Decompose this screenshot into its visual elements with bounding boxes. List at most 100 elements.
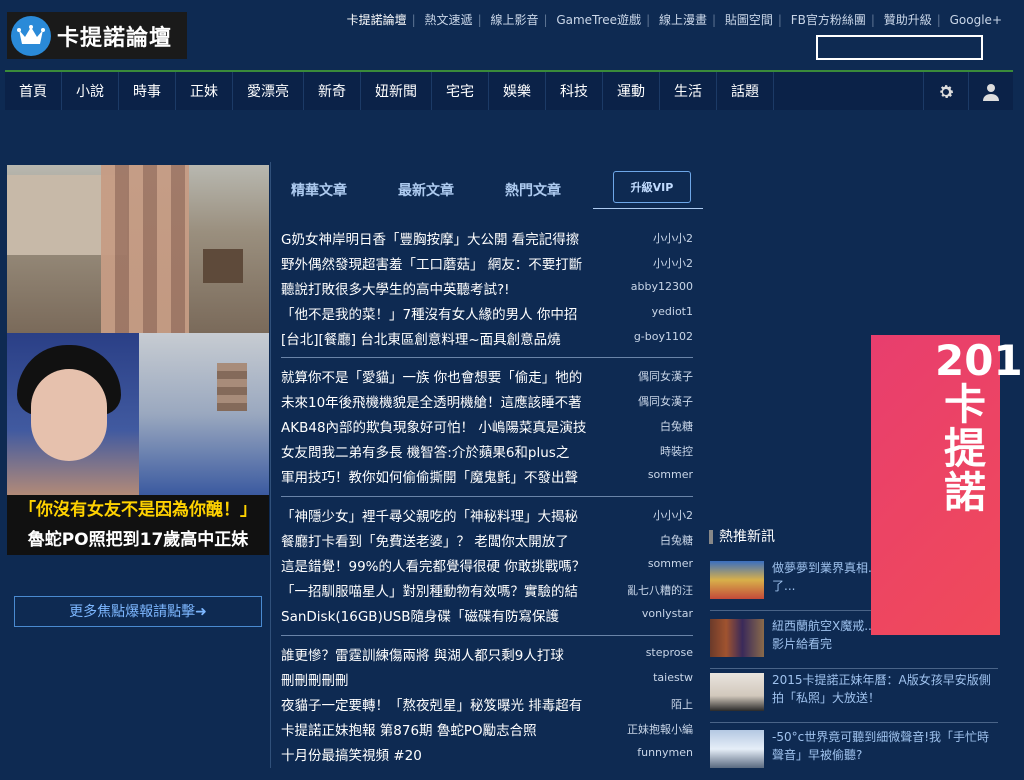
nav-item-life[interactable]: 生活 [660, 72, 717, 112]
search-input[interactable] [816, 35, 983, 60]
site-logo[interactable]: 卡提諾論壇 [7, 12, 187, 59]
article-author[interactable]: sommer [613, 557, 693, 570]
article-author[interactable]: sommer [613, 468, 693, 481]
article-title[interactable]: 女友問我二弟有多長 機智答:介於蘋果6和plus之 [281, 441, 616, 461]
nav-item-beauty[interactable]: 愛漂亮 [233, 72, 304, 112]
top-link[interactable]: Google+ [950, 13, 1002, 27]
article-row[interactable]: 軍用技巧！教你如何偷偷撕開「魔鬼氈」不發出聲 sommer [281, 462, 693, 487]
article-title[interactable]: 「一招馴服喵星人」對別種動物有效嗎？實驗的結 [281, 580, 616, 600]
article-title[interactable]: 餐廳打卡看到「免費送老婆」？ 老闆你太開放了 [281, 530, 616, 550]
article-row[interactable]: 野外偶然發現超害羞「工口蘑菇」 網友：不要打斷 小小小2 [281, 249, 693, 274]
nav-item-sports[interactable]: 運動 [603, 72, 660, 112]
article-title[interactable]: 聽說打敗很多大學生的高中英聽考試?! [281, 278, 616, 298]
article-author[interactable]: 白兔糖 [613, 532, 693, 548]
gear-icon[interactable] [923, 72, 968, 112]
article-row[interactable]: 聽說打敗很多大學生的高中英聽考試?! abby12300 [281, 274, 693, 299]
article-row[interactable]: 十月份最搞笑視頻 #20 funnymen [281, 740, 693, 765]
article-author[interactable]: 正妹抱報小編 [613, 721, 693, 737]
article-row[interactable]: 這是錯覺！99%的人看完都覺得很硬 你敢挑戰嗎？ sommer [281, 551, 693, 576]
article-row[interactable]: [台北][餐廳] 台北東區創意料理~面具創意品燒 g-boy1102 [281, 324, 693, 349]
tab-hot[interactable]: 熱門文章 [505, 180, 561, 200]
article-title[interactable]: 夜貓子一定要轉！「熬夜剋星」秘笈曝光 排毒超有 [281, 694, 616, 714]
article-row[interactable]: 刪刪刪刪刪 taiestw [281, 665, 693, 690]
hot-news-item[interactable]: 2015卡提諾正妹年曆：A版女孩早安版側拍「私照」大放送！ [710, 665, 998, 723]
article-title[interactable]: 「神隱少女」裡千尋父親吃的「神秘料理」大揭秘 [281, 505, 616, 525]
nav-item-novelty[interactable]: 新奇 [304, 72, 361, 112]
nav-item-topics[interactable]: 話題 [717, 72, 774, 112]
article-row[interactable]: 誰更慘？雷霆訓練傷兩將 與湖人都只剩9人打球 steprose [281, 640, 693, 665]
article-title[interactable]: 野外偶然發現超害羞「工口蘑菇」 網友：不要打斷 [281, 253, 616, 273]
article-row[interactable]: 餐廳打卡看到「免費送老婆」？ 老闆你太開放了 白兔糖 [281, 526, 693, 551]
article-author[interactable]: abby12300 [613, 280, 693, 293]
nav-item-entertainment[interactable]: 娛樂 [489, 72, 546, 112]
top-link[interactable]: 卡提諾論壇 [347, 13, 407, 27]
article-author[interactable]: 陌上 [613, 696, 693, 712]
article-title[interactable]: 這是錯覺！99%的人看完都覺得很硬 你敢挑戰嗎？ [281, 555, 616, 575]
article-row[interactable]: 女友問我二弟有多長 機智答:介於蘋果6和plus之 時裝控 [281, 437, 693, 462]
article-author[interactable]: vonlystar [613, 607, 693, 620]
article-author[interactable]: 偶同女漢子 [613, 368, 693, 384]
top-link[interactable]: FB官方粉絲團 [791, 13, 866, 27]
hot-news-item[interactable]: -50°c世界竟可聽到細微聲音!我「手忙時聲音」早被偷聽? [710, 722, 998, 780]
article-title[interactable]: SanDisk(16GB)USB隨身碟「磁碟有防寫保護 [281, 605, 616, 625]
tab-featured[interactable]: 精華文章 [291, 180, 347, 200]
nav-item-tech[interactable]: 科技 [546, 72, 603, 112]
user-icon[interactable] [968, 72, 1013, 112]
article-row[interactable]: 夜貓子一定要轉！「熬夜剋星」秘笈曝光 排毒超有 陌上 [281, 690, 693, 715]
article-title[interactable]: 軍用技巧！教你如何偷偷撕開「魔鬼氈」不發出聲 [281, 466, 616, 486]
nav-item-news[interactable]: 時事 [119, 72, 176, 112]
nav-item-girl-news[interactable]: 妞新聞 [361, 72, 432, 112]
top-link[interactable]: 熱文速遞 [425, 13, 473, 27]
upgrade-vip-button[interactable]: 升級VIP [613, 171, 691, 203]
top-link[interactable]: GameTree遊戲 [556, 13, 641, 27]
article-row[interactable]: SanDisk(16GB)USB隨身碟「磁碟有防寫保護 vonlystar [281, 601, 693, 626]
article-title[interactable]: G奶女神岸明日香「豐胸按摩」大公開 看完記得擦 [281, 228, 616, 248]
promo-image[interactable]: 「你沒有女友不是因為你醜！」 魯蛇PO照把到17歲高中正妹 [7, 165, 269, 555]
article-title[interactable]: 誰更慘？雷霆訓練傷兩將 與湖人都只剩9人打球 [281, 644, 616, 664]
article-author[interactable]: 偶同女漢子 [613, 393, 693, 409]
hot-news-text[interactable]: 2015卡提諾正妹年曆：A版女孩早安版側拍「私照」大放送！ [772, 671, 998, 707]
article-row[interactable]: 卡提諾正妹抱報 第876期 魯蛇PO勵志合照 正妹抱報小編 [281, 715, 693, 740]
article-row[interactable]: 未來10年後飛機機貌是全透明機艙！這應該睡不著 偶同女漢子 [281, 387, 693, 412]
hot-news-thumbnail[interactable] [710, 730, 764, 768]
article-author[interactable]: taiestw [613, 671, 693, 684]
article-author[interactable]: funnymen [613, 746, 693, 759]
nav-item-girls[interactable]: 正妹 [176, 72, 233, 112]
article-row[interactable]: 「神隱少女」裡千尋父親吃的「神秘料理」大揭秘 小小小2 [281, 501, 693, 526]
article-row[interactable]: 「他不是我的菜！」7種沒有女人緣的男人 你中招 yediot1 [281, 299, 693, 324]
article-title[interactable]: 就算你不是「愛貓」一族 你也會想要「偷走」牠的 [281, 366, 616, 386]
top-link[interactable]: 貼圖空間 [725, 13, 773, 27]
article-row[interactable]: G奶女神岸明日香「豐胸按摩」大公開 看完記得擦 小小小2 [281, 224, 693, 249]
hot-news-thumbnail[interactable] [710, 673, 764, 711]
article-author[interactable]: 小小小2 [613, 507, 693, 523]
hot-news-text[interactable]: -50°c世界竟可聽到細微聲音!我「手忙時聲音」早被偷聽? [772, 728, 998, 764]
article-author[interactable]: 小小小2 [613, 255, 693, 271]
article-author[interactable]: steprose [613, 646, 693, 659]
article-row[interactable]: AKB48內部的欺負現象好可怕！ 小嶋陽菜真是演技 白兔糖 [281, 412, 693, 437]
article-title[interactable]: 未來10年後飛機機貌是全透明機艙！這應該睡不著 [281, 391, 616, 411]
article-author[interactable]: 時裝控 [613, 443, 693, 459]
top-link[interactable]: 贊助升級 [884, 13, 932, 27]
article-author[interactable]: g-boy1102 [613, 330, 693, 343]
article-title[interactable]: 十月份最搞笑視頻 #20 [281, 744, 616, 764]
tab-latest[interactable]: 最新文章 [398, 180, 454, 200]
article-title[interactable]: [台北][餐廳] 台北東區創意料理~面具創意品燒 [281, 328, 616, 348]
nav-item-novel[interactable]: 小說 [62, 72, 119, 112]
article-author[interactable]: 白兔糖 [613, 418, 693, 434]
hot-news-thumbnail[interactable] [710, 561, 764, 599]
article-author[interactable]: yediot1 [613, 305, 693, 318]
article-author[interactable]: 亂七八糟的汪 [613, 582, 693, 598]
hot-news-thumbnail[interactable] [710, 619, 764, 657]
article-author[interactable]: 小小小2 [613, 230, 693, 246]
article-title[interactable]: 「他不是我的菜！」7種沒有女人緣的男人 你中招 [281, 303, 616, 323]
more-news-button[interactable]: 更多焦點爆報請點擊➜ [14, 596, 262, 627]
article-title[interactable]: 刪刪刪刪刪 [281, 669, 616, 689]
top-link[interactable]: 線上影音 [490, 13, 538, 27]
nav-item-otaku[interactable]: 宅宅 [432, 72, 489, 112]
article-row[interactable]: 就算你不是「愛貓」一族 你也會想要「偷走」牠的 偶同女漢子 [281, 362, 693, 387]
article-title[interactable]: 卡提諾正妹抱報 第876期 魯蛇PO勵志合照 [281, 719, 616, 739]
top-link[interactable]: 線上漫畫 [659, 13, 707, 27]
article-row[interactable]: 「一招馴服喵星人」對別種動物有效嗎？實驗的結 亂七八糟的汪 [281, 576, 693, 601]
year-banner[interactable]: 2015卡提諾 [871, 335, 1024, 635]
article-title[interactable]: AKB48內部的欺負現象好可怕！ 小嶋陽菜真是演技 [281, 416, 616, 436]
